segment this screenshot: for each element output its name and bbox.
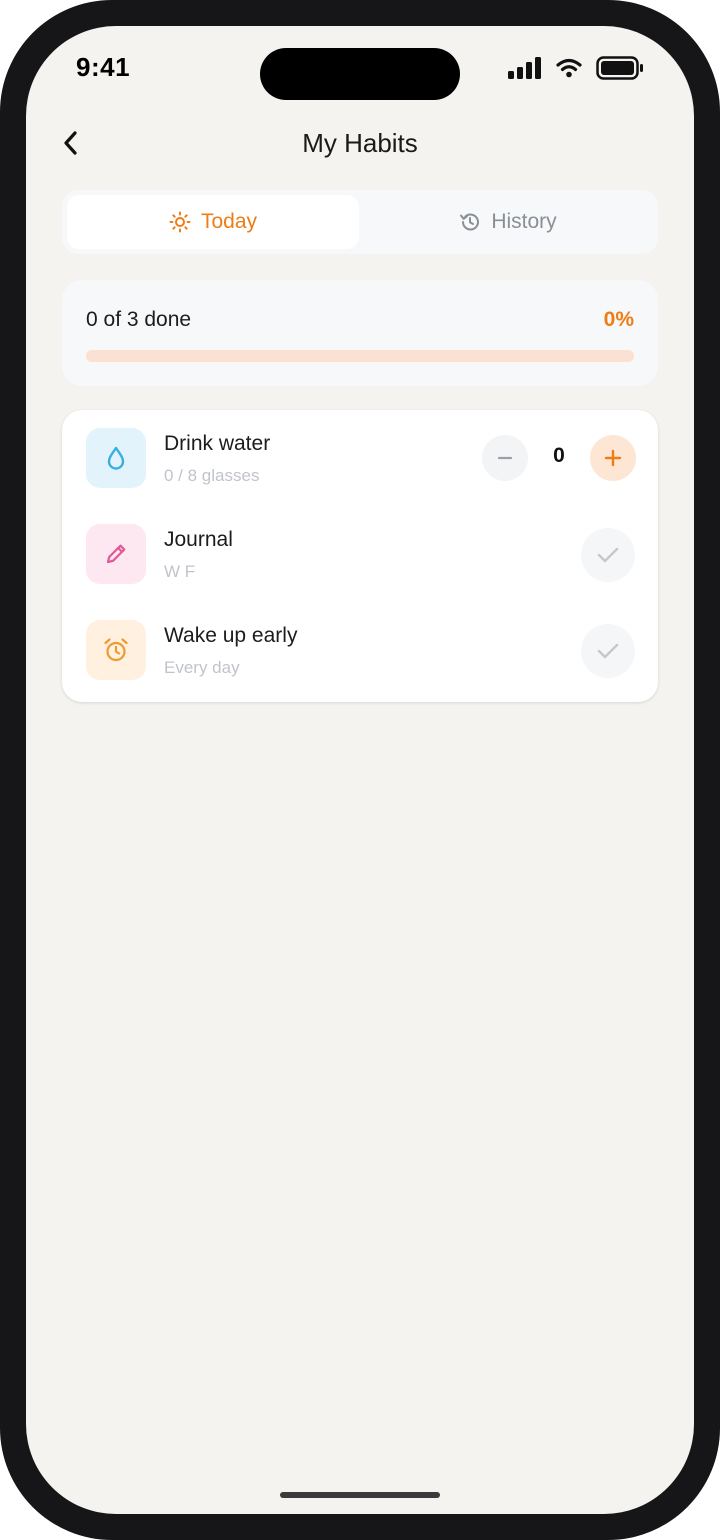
progress-percent: 0% (603, 308, 634, 331)
alarm-clock-icon (104, 638, 128, 662)
check-icon (597, 547, 619, 563)
habit-icon-tile (86, 620, 146, 680)
dynamic-island (260, 48, 460, 100)
decrement-button[interactable] (482, 435, 528, 481)
wifi-icon (556, 58, 582, 78)
habit-icon-tile (86, 428, 146, 488)
tab-history-label: History (491, 210, 557, 233)
increment-button[interactable] (590, 435, 636, 481)
minus-icon (497, 456, 513, 460)
habit-subtitle: W F (164, 562, 196, 581)
plus-icon (604, 449, 622, 467)
habit-name: Journal (164, 528, 233, 551)
check-icon (597, 643, 619, 659)
app-screen: 9:41 My Habits Today History 0 of 3 done… (26, 26, 694, 1514)
complete-checkbox[interactable] (581, 624, 635, 678)
habit-row-wake-up-early: Wake up early Every day (62, 602, 658, 698)
progress-bar (86, 350, 634, 362)
habit-subtitle: Every day (164, 658, 240, 677)
sun-icon (169, 211, 191, 233)
habit-icon-tile (86, 524, 146, 584)
cellular-signal-icon (508, 57, 541, 79)
habit-row-drink-water: Drink water 0 / 8 glasses 0 (62, 410, 658, 506)
habit-row-journal: Journal W F (62, 506, 658, 602)
battery-icon (596, 56, 643, 80)
tab-history[interactable]: History (362, 195, 654, 249)
habit-subtitle: 0 / 8 glasses (164, 466, 260, 485)
habit-list: Drink water 0 / 8 glasses 0 Journal W F … (62, 410, 658, 702)
habit-name: Wake up early (164, 624, 298, 647)
home-indicator[interactable] (280, 1492, 440, 1498)
phone-frame: 9:41 My Habits Today History 0 of 3 done… (0, 0, 720, 1540)
tab-bar: Today History (62, 190, 658, 254)
status-time: 9:41 (76, 52, 131, 82)
habit-name: Drink water (164, 432, 271, 455)
pencil-icon (106, 544, 126, 564)
habit-count: 0 (553, 444, 565, 467)
history-icon (460, 213, 480, 231)
water-drop-icon (107, 446, 125, 470)
complete-checkbox[interactable] (581, 528, 635, 582)
progress-card: 0 of 3 done 0% (62, 280, 658, 386)
progress-label: 0 of 3 done (86, 308, 192, 331)
tab-today[interactable]: Today (67, 195, 359, 249)
tab-today-label: Today (200, 210, 258, 233)
status-icons (508, 56, 644, 80)
page-title: My Habits (302, 128, 418, 158)
